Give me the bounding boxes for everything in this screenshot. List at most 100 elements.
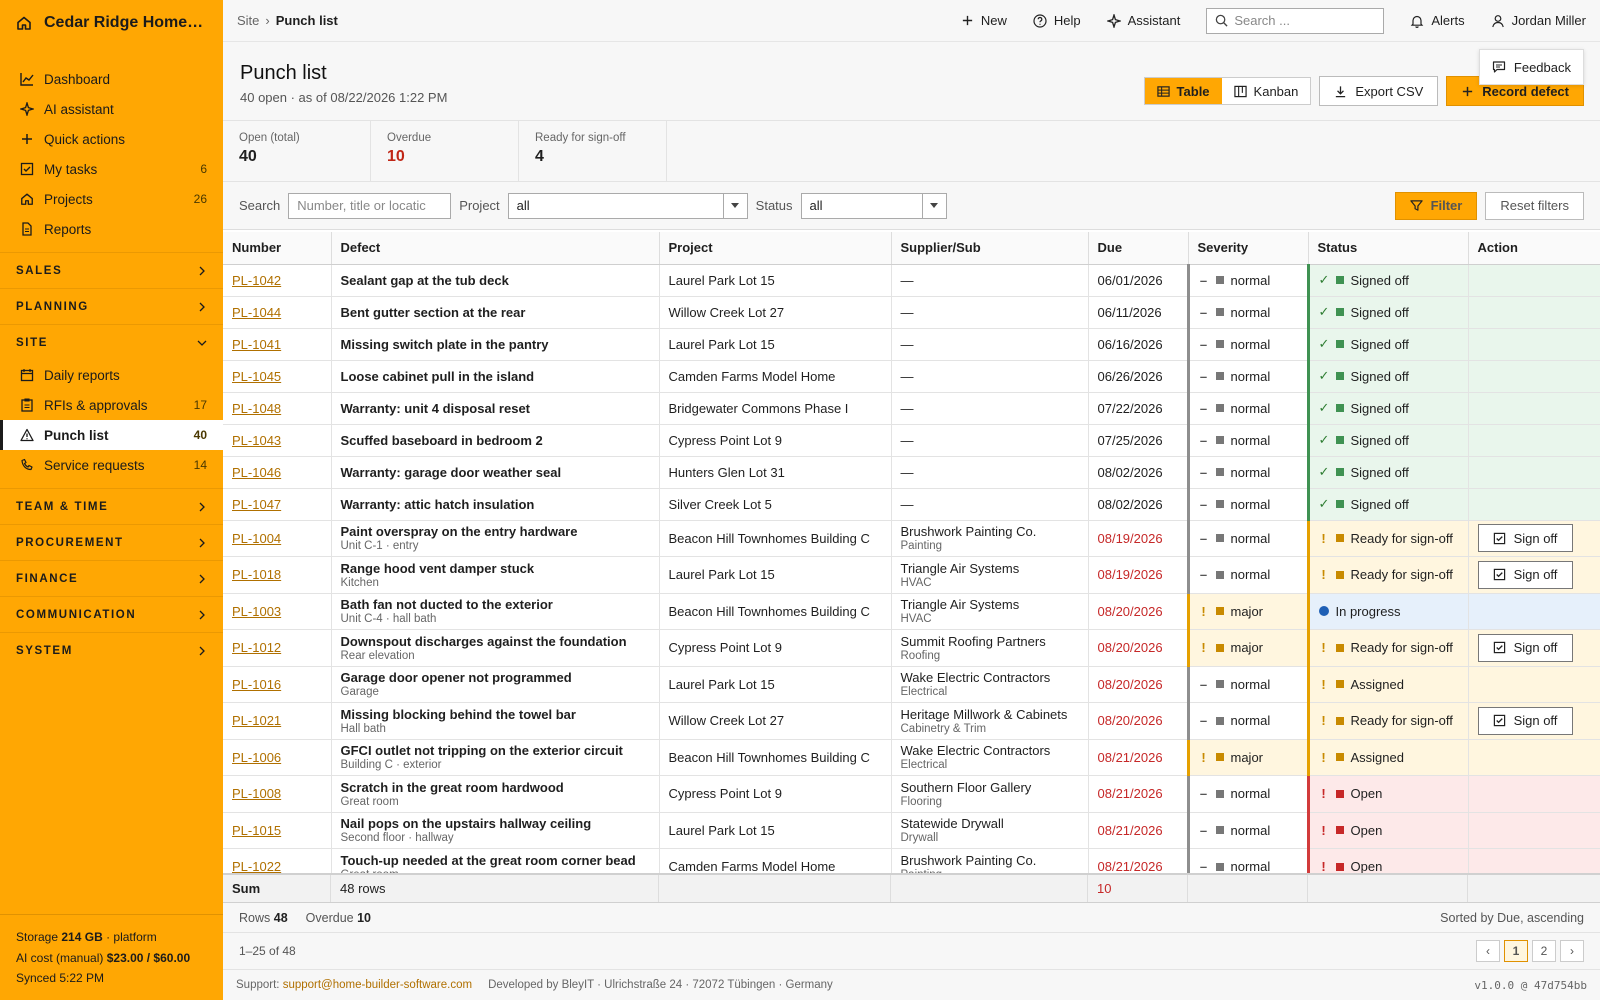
sidebar-item-rfis[interactable]: RFIs & approvals 17 — [0, 390, 223, 420]
table-row[interactable]: PL-1047 Warranty: attic hatch insulation S… — [223, 488, 1600, 521]
feedback-button[interactable]: Feedback — [1478, 49, 1584, 85]
defect-number-link[interactable]: PL-1008 — [223, 775, 332, 813]
section-system[interactable]: SYSTEM — [0, 632, 223, 668]
table-row[interactable]: PL-1042 Sealant gap at the tub deck Laurel… — [223, 264, 1600, 297]
section-procurement[interactable]: PROCUREMENT — [0, 524, 223, 560]
table-row[interactable]: PL-1046 Warranty: garage door weather sea… — [223, 456, 1600, 489]
defect-number-link[interactable]: PL-1018 — [223, 556, 332, 594]
section-sales[interactable]: SALES — [0, 252, 223, 288]
defect-number-link[interactable]: PL-1004 — [223, 520, 332, 557]
table-row[interactable]: PL-1004 Paint overspray on the entry hard… — [223, 520, 1600, 557]
defect-number-link[interactable]: PL-1022 — [223, 848, 332, 873]
section-label: SYSTEM — [16, 644, 73, 657]
table-row[interactable]: PL-1003 Bath fan not ducted to the exteri… — [223, 593, 1600, 630]
sign-off-button[interactable]: Sign off — [1477, 524, 1573, 553]
sign-off-button[interactable]: Sign off — [1477, 706, 1573, 735]
defect-number-link[interactable]: PL-1047 — [223, 488, 332, 521]
sidebar-item-daily-reports[interactable]: Daily reports — [0, 360, 223, 390]
column-header-project[interactable]: Project — [659, 232, 892, 265]
page-next-button[interactable]: › — [1560, 940, 1584, 962]
table-row[interactable]: PL-1041 Missing switch plate in the pantr… — [223, 328, 1600, 361]
section-finance[interactable]: FINANCE — [0, 560, 223, 596]
export-csv-button[interactable]: Export CSV — [1319, 76, 1439, 106]
column-header-severity[interactable]: Severity — [1188, 232, 1309, 265]
sign-off-button[interactable]: Sign off — [1477, 633, 1573, 662]
view-kanban-button[interactable]: Kanban — [1222, 78, 1311, 104]
section-site[interactable]: SITE — [0, 324, 223, 360]
defect-cell: Missing blocking behind the towel bar Hal… — [331, 702, 660, 740]
alerts-button[interactable]: Alerts — [1410, 13, 1465, 28]
support-email-link[interactable]: support@home-builder-software.com — [283, 979, 472, 991]
global-search-input[interactable]: Search ... — [1206, 7, 1385, 34]
table-row[interactable]: PL-1012 Downspout discharges against the … — [223, 629, 1600, 667]
kpi-overdue[interactable]: Overdue 10 — [371, 121, 519, 181]
sidebar-item-my-tasks[interactable]: My tasks 6 — [0, 154, 223, 184]
kpi-ready-signoff[interactable]: Ready for sign-off 4 — [519, 121, 667, 181]
page-1-button[interactable]: 1 — [1504, 940, 1528, 962]
table-row[interactable]: PL-1006 GFCI outlet not tripping on the e… — [223, 739, 1600, 776]
table-row[interactable]: PL-1043 Scuffed baseboard in bedroom 2 Cyp… — [223, 424, 1600, 457]
severity-label: major — [1230, 749, 1264, 765]
defect-number-link[interactable]: PL-1012 — [223, 629, 332, 667]
table-row[interactable]: PL-1018 Range hood vent damper stuck Kitch… — [223, 556, 1600, 594]
table-row[interactable]: PL-1022 Touch-up needed at the great room… — [223, 848, 1600, 873]
view-table-button[interactable]: Table — [1144, 78, 1222, 104]
new-button[interactable]: New — [961, 13, 1007, 28]
sidebar-item-quick-actions[interactable]: Quick actions — [0, 124, 223, 154]
sidebar-item-punch-list[interactable]: Punch list 40 — [0, 420, 223, 450]
defect-number-link[interactable]: PL-1043 — [223, 424, 332, 457]
defect-number-link[interactable]: PL-1021 — [223, 702, 332, 740]
sign-off-button[interactable]: Sign off — [1477, 560, 1573, 589]
supplier-trade: HVAC — [900, 613, 932, 626]
breadcrumb-root[interactable]: Site — [237, 13, 259, 28]
table-row[interactable]: PL-1044 Bent gutter section at the rear Wi… — [223, 296, 1600, 329]
kpi-open-total[interactable]: Open (total) 40 — [223, 121, 371, 181]
search-filter-input[interactable]: Number, title or locatic — [288, 192, 452, 219]
defect-number-link[interactable]: PL-1015 — [223, 812, 332, 849]
table-row[interactable]: PL-1015 Nail pops on the upstairs hallway… — [223, 812, 1600, 849]
reset-filters-button[interactable]: Reset filters — [1485, 191, 1584, 220]
table-row[interactable]: PL-1045 Loose cabinet pull in the island C… — [223, 360, 1600, 393]
defect-number-link[interactable]: PL-1003 — [223, 593, 332, 630]
column-header-status[interactable]: Status — [1308, 232, 1469, 265]
defect-number-link[interactable]: PL-1042 — [223, 264, 332, 297]
defect-number-link[interactable]: PL-1045 — [223, 360, 332, 393]
status-select[interactable]: all — [800, 192, 947, 219]
punch-table-container[interactable]: Number Defect Project Supplier/Sub Due S… — [223, 232, 1600, 873]
defect-number-link[interactable]: PL-1048 — [223, 392, 332, 425]
help-button[interactable]: Help — [1033, 13, 1081, 28]
defect-number-link[interactable]: PL-1044 — [223, 296, 332, 329]
status-cell: ✓ Signed off — [1306, 264, 1469, 297]
defect-location: Second floor · hallway — [340, 832, 454, 845]
sidebar-item-service-requests[interactable]: Service requests 14 — [0, 450, 223, 480]
column-header-defect[interactable]: Defect — [331, 232, 660, 265]
project-select[interactable]: all — [507, 192, 748, 219]
section-communication[interactable]: COMMUNICATION — [0, 596, 223, 632]
sign-off-label: Sign off — [1513, 530, 1558, 546]
defect-number-link[interactable]: PL-1046 — [223, 456, 332, 489]
column-header-number[interactable]: Number — [223, 232, 332, 265]
table-row[interactable]: PL-1048 Warranty: unit 4 disposal reset Br… — [223, 392, 1600, 425]
section-team-time[interactable]: TEAM & TIME — [0, 488, 223, 524]
table-row[interactable]: PL-1021 Missing blocking behind the towel… — [223, 702, 1600, 740]
page-2-button[interactable]: 2 — [1532, 940, 1556, 962]
column-header-due[interactable]: Due — [1088, 232, 1189, 265]
table-row[interactable]: PL-1008 Scratch in the great room hardwoo… — [223, 775, 1600, 813]
sidebar-item-ai-assistant[interactable]: AI assistant — [0, 94, 223, 124]
column-header-supplier[interactable]: Supplier/Sub — [891, 232, 1089, 265]
assistant-button[interactable]: Assistant — [1106, 13, 1181, 28]
defect-number-link[interactable]: PL-1006 — [223, 739, 332, 776]
assistant-label: Assistant — [1127, 13, 1181, 28]
defect-number-link[interactable]: PL-1041 — [223, 328, 332, 361]
sidebar-item-reports[interactable]: Reports — [0, 214, 223, 244]
section-planning[interactable]: PLANNING — [0, 288, 223, 324]
sidebar-item-dashboard[interactable]: Dashboard — [0, 64, 223, 94]
defect-number-link[interactable]: PL-1016 — [223, 666, 332, 703]
filter-button[interactable]: Filter — [1394, 191, 1478, 220]
sidebar-item-projects[interactable]: Projects 26 — [0, 184, 223, 214]
brand[interactable]: Cedar Ridge Homes L... — [0, 0, 223, 46]
project-cell: Willow Creek Lot 27 — [659, 296, 892, 329]
user-menu[interactable]: Jordan Miller — [1491, 13, 1586, 28]
table-row[interactable]: PL-1016 Garage door opener not programmed… — [223, 666, 1600, 703]
page-prev-button[interactable]: ‹ — [1476, 940, 1500, 962]
